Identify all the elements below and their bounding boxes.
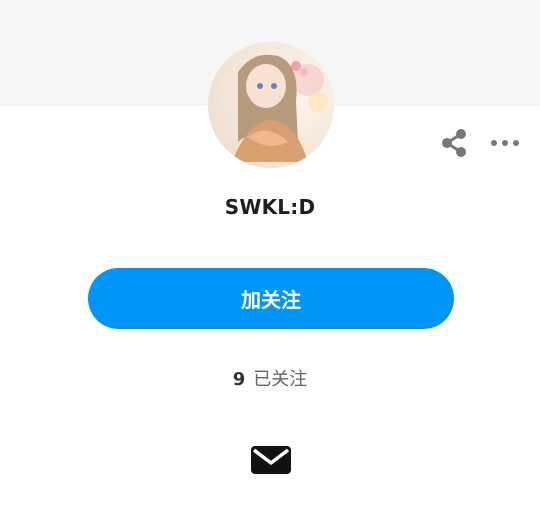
following-count: 9: [232, 369, 246, 390]
envelope-icon[interactable]: [250, 444, 292, 476]
following-stat[interactable]: 9 已关注: [0, 365, 540, 391]
share-icon[interactable]: [436, 126, 472, 160]
following-label: 已关注: [253, 369, 308, 390]
follow-button[interactable]: 加关注: [88, 268, 454, 329]
more-dots-icon[interactable]: [486, 130, 524, 156]
avatar[interactable]: [208, 42, 334, 168]
username: SWKL:D: [224, 195, 316, 219]
